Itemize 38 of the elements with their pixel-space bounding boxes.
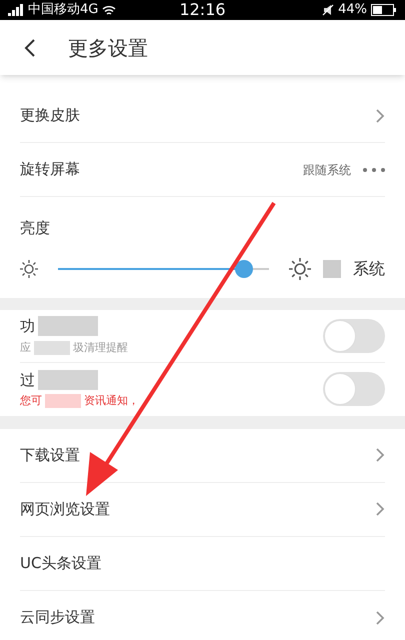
toggle-switch[interactable] xyxy=(323,372,385,406)
checkbox-label: 系统 xyxy=(353,258,385,280)
settings-row[interactable]: UC头条设置 xyxy=(20,536,385,590)
chevron-right-icon xyxy=(376,610,385,624)
checkbox[interactable] xyxy=(323,260,341,278)
chevron-right-icon xyxy=(376,502,385,516)
chevron-right-icon xyxy=(376,108,385,122)
blurred-area xyxy=(38,370,98,390)
settings-row[interactable]: 旋转屏幕 跟随系统 xyxy=(20,143,385,197)
sun-icon xyxy=(289,258,311,280)
page-title: 更多设置 xyxy=(68,34,148,62)
setting-description: 您可 xyxy=(20,393,42,409)
wifi-icon xyxy=(102,4,116,16)
setting-title: 过 xyxy=(20,370,35,390)
slider-track[interactable] xyxy=(58,260,269,278)
setting-description: 资讯通知， xyxy=(84,393,139,409)
settings-row[interactable]: 云同步设置 xyxy=(20,590,385,640)
blurred-area xyxy=(45,394,81,408)
brightness-label: 亮度 xyxy=(20,218,51,239)
value-text: 跟随系统 xyxy=(303,162,351,178)
sun-icon xyxy=(20,260,38,278)
signal-icon xyxy=(8,4,24,16)
clock-text: 12:16 xyxy=(178,0,227,21)
settings-row[interactable]: 更换皮肤 xyxy=(20,89,385,143)
slider-thumb[interactable] xyxy=(234,260,253,278)
blurred-area xyxy=(34,340,70,355)
chevron-right-icon xyxy=(376,448,385,462)
mute-icon xyxy=(322,4,334,16)
setting-description: 应 xyxy=(20,340,31,356)
carrier-text: 中国移动4G xyxy=(28,1,98,20)
toggle-switch[interactable] xyxy=(323,318,385,352)
battery-icon xyxy=(371,4,397,16)
blurred-area xyxy=(38,316,98,336)
back-icon[interactable] xyxy=(24,38,36,56)
more-icon[interactable] xyxy=(363,168,385,172)
setting-title: 功 xyxy=(20,316,35,337)
setting-description: 圾清理提醒 xyxy=(73,340,128,356)
battery-text: 44% xyxy=(338,1,367,20)
